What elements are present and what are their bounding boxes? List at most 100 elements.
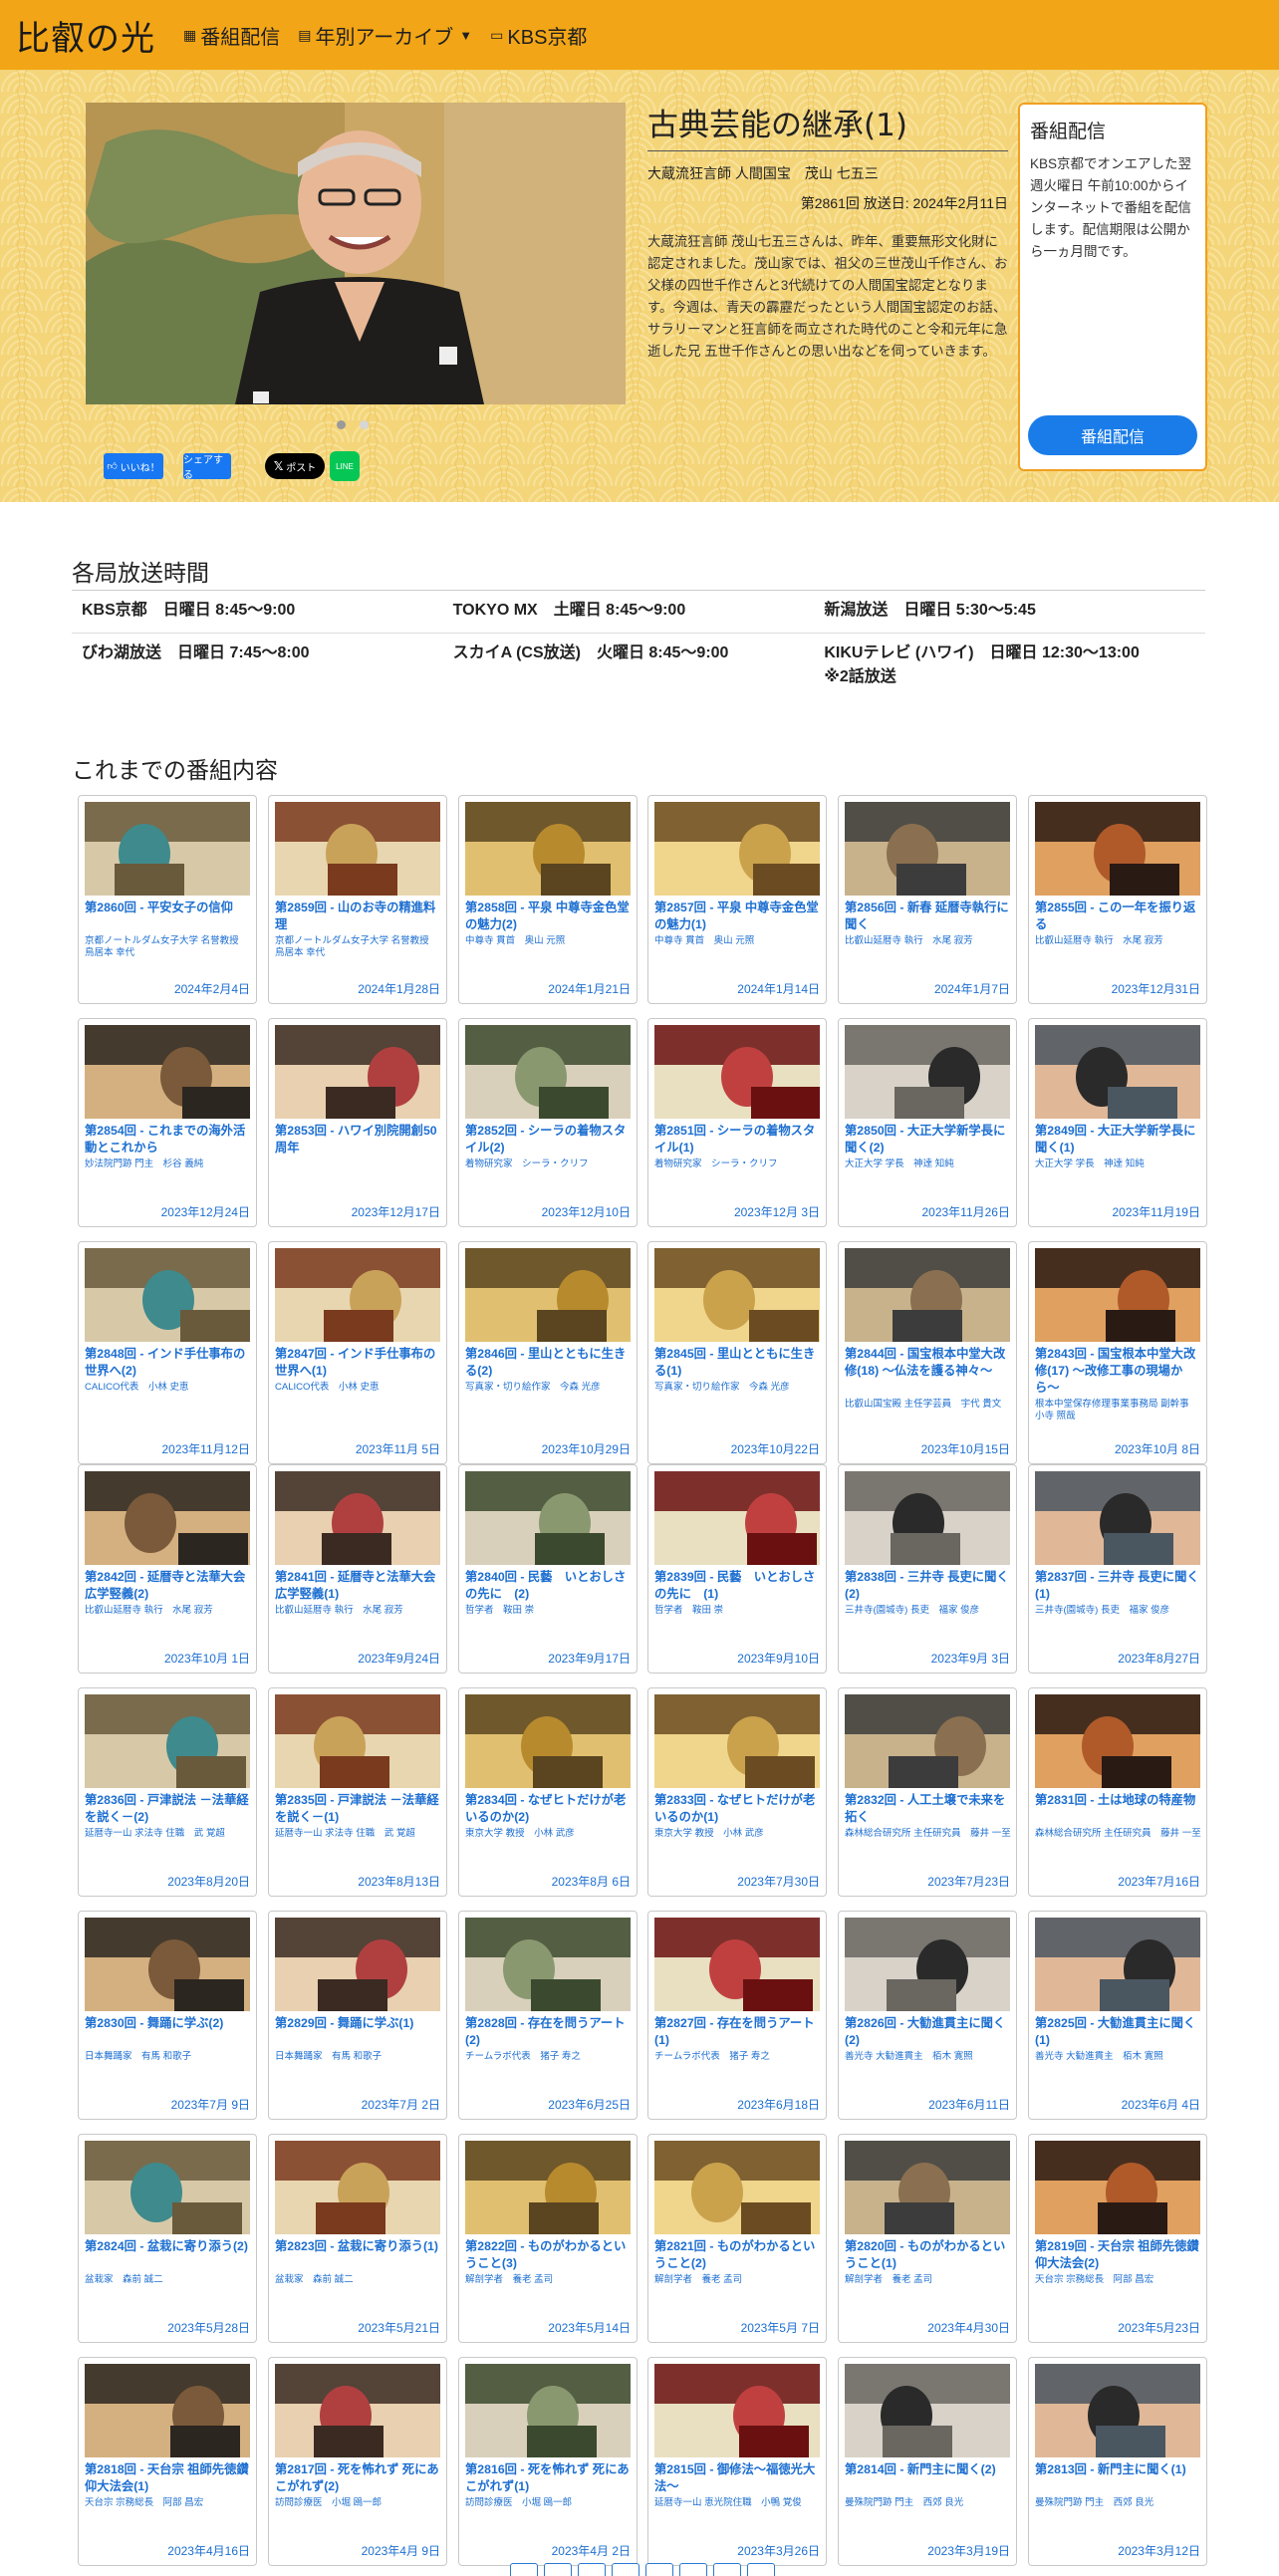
- episode-thumbnail[interactable]: [1035, 1025, 1200, 1119]
- episode-title-link[interactable]: 第2850回 - 大正大学新学長に聞く(2): [845, 1123, 1012, 1157]
- episode-title-link[interactable]: 第2841回 - 延暦寺と法華大会広学竪義(1): [275, 1569, 442, 1603]
- facebook-like-button[interactable]: 👍︎ いいね！: [104, 453, 163, 479]
- episode-card[interactable]: 第2831回 - 土は地球の特産物 森林総合研究所 主任研究員 藤井 一至 2023…: [1028, 1687, 1207, 1897]
- episode-thumbnail[interactable]: [654, 2141, 820, 2234]
- episode-title-link[interactable]: 第2856回 - 新春 延暦寺執行に聞く: [845, 900, 1012, 933]
- slide-dot-1[interactable]: [337, 420, 346, 429]
- episode-card[interactable]: 第2850回 - 大正大学新学長に聞く(2) 大正大学 学長 神達 知純 2023年…: [838, 1018, 1017, 1227]
- episode-title-link[interactable]: 第2842回 - 延暦寺と法華大会広学竪義(2): [85, 1569, 252, 1603]
- episode-title-link[interactable]: 第2840回 - 民藝 いとおしさの先に (2): [465, 1569, 633, 1603]
- episode-title-link[interactable]: 第2819回 - 天台宗 祖師先徳鑽仰大法会(2): [1035, 2238, 1202, 2272]
- episode-title-link[interactable]: 第2847回 - インド手仕事布の世界へ(1): [275, 1346, 442, 1380]
- episode-thumbnail[interactable]: [845, 1248, 1010, 1342]
- episode-card[interactable]: 第2845回 - 里山とともに生きる(1) 写真家・切り絵作家 今森 光彦 2023…: [647, 1241, 827, 1464]
- site-brand[interactable]: 比叡の光: [16, 11, 155, 60]
- episode-title-link[interactable]: 第2822回 - ものがわかるということ(3): [465, 2238, 633, 2272]
- episode-title-link[interactable]: 第2823回 - 盆栽に寄り添う(1): [275, 2238, 442, 2255]
- episode-title-link[interactable]: 第2829回 - 舞踊に学ぶ(1): [275, 2015, 442, 2032]
- episode-thumbnail[interactable]: [465, 1248, 631, 1342]
- episode-card[interactable]: 第2847回 - インド手仕事布の世界へ(1) CALICO代表 小林 史恵 202…: [268, 1241, 447, 1464]
- episode-title-link[interactable]: 第2821回 - ものがわかるということ(2): [654, 2238, 822, 2272]
- episode-title-link[interactable]: 第2849回 - 大正大学新学長に聞く(1): [1035, 1123, 1202, 1157]
- episode-card[interactable]: 第2840回 - 民藝 いとおしさの先に (2) 哲学者 鞍田 崇 2023年9月1…: [458, 1464, 638, 1674]
- episode-card[interactable]: 第2819回 - 天台宗 祖師先徳鑽仰大法会(2) 天台宗 宗務総長 阿部 昌宏 2…: [1028, 2134, 1207, 2343]
- episode-thumbnail[interactable]: [275, 1694, 440, 1788]
- page-button[interactable]: [612, 2563, 640, 2576]
- episode-thumbnail[interactable]: [1035, 1471, 1200, 1565]
- episode-title-link[interactable]: 第2852回 - シーラの着物スタイル(2): [465, 1123, 633, 1157]
- episode-title-link[interactable]: 第2817回 - 死を怖れず 死にあこがれず(2): [275, 2461, 442, 2495]
- episode-card[interactable]: 第2855回 - この一年を振り返る 比叡山延暦寺 執行 水尾 寂芳 2023年12…: [1028, 795, 1207, 1004]
- page-button[interactable]: [679, 2563, 707, 2576]
- episode-thumbnail[interactable]: [845, 1694, 1010, 1788]
- episode-thumbnail[interactable]: [275, 1471, 440, 1565]
- episode-title-link[interactable]: 第2844回 - 国宝根本中堂大改修(18) 〜仏法を護る神々〜: [845, 1346, 1012, 1380]
- episode-card[interactable]: 第2857回 - 平泉 中尊寺金色堂の魅力(1) 中尊寺 貫首 奥山 元照 2024…: [647, 795, 827, 1004]
- page-button[interactable]: [510, 2563, 538, 2576]
- episode-card[interactable]: 第2824回 - 盆栽に寄り添う(2) 盆栽家 森前 誠二 2023年5月28日: [78, 2134, 257, 2343]
- episode-title-link[interactable]: 第2818回 - 天台宗 祖師先徳鑽仰大法会(1): [85, 2461, 252, 2495]
- episode-thumbnail[interactable]: [275, 802, 440, 896]
- episode-thumbnail[interactable]: [85, 1918, 250, 2011]
- episode-thumbnail[interactable]: [845, 2141, 1010, 2234]
- episode-title-link[interactable]: 第2838回 - 三井寺 長吏に聞く(2): [845, 1569, 1012, 1603]
- episode-card[interactable]: 第2832回 - 人工土壌で未来を拓く 森林総合研究所 主任研究員 藤井 一至 20…: [838, 1687, 1017, 1897]
- episode-card[interactable]: 第2830回 - 舞踊に学ぶ(2) 日本舞踊家 有馬 和歌子 2023年7月 9日: [78, 1911, 257, 2120]
- episode-card[interactable]: 第2814回 - 新門主に聞く(2) 曼殊院門跡 門主 西郊 良光 2023年3月1…: [838, 2357, 1017, 2566]
- episode-title-link[interactable]: 第2839回 - 民藝 いとおしさの先に (1): [654, 1569, 822, 1603]
- episode-thumbnail[interactable]: [845, 1918, 1010, 2011]
- episode-thumbnail[interactable]: [1035, 1918, 1200, 2011]
- episode-thumbnail[interactable]: [654, 1918, 820, 2011]
- episode-card[interactable]: 第2838回 - 三井寺 長吏に聞く(2) 三井寺(園城寺) 長吏 福家 俊彦 20…: [838, 1464, 1017, 1674]
- episode-title-link[interactable]: 第2815回 - 御修法〜福徳光大法〜: [654, 2461, 822, 2495]
- episode-title-link[interactable]: 第2857回 - 平泉 中尊寺金色堂の魅力(1): [654, 900, 822, 933]
- page-button[interactable]: [747, 2563, 775, 2576]
- episode-card[interactable]: 第2822回 - ものがわかるということ(3) 解剖学者 養老 孟司 2023年5月…: [458, 2134, 638, 2343]
- episode-card[interactable]: 第2820回 - ものがわかるということ(1) 解剖学者 養老 孟司 2023年4月…: [838, 2134, 1017, 2343]
- episode-thumbnail[interactable]: [1035, 1694, 1200, 1788]
- episode-thumbnail[interactable]: [654, 1025, 820, 1119]
- episode-thumbnail[interactable]: [1035, 2364, 1200, 2457]
- episode-thumbnail[interactable]: [654, 1248, 820, 1342]
- episode-card[interactable]: 第2839回 - 民藝 いとおしさの先に (1) 哲学者 鞍田 崇 2023年9月1…: [647, 1464, 827, 1674]
- episode-title-link[interactable]: 第2820回 - ものがわかるということ(1): [845, 2238, 1012, 2272]
- episode-thumbnail[interactable]: [465, 1918, 631, 2011]
- episode-card[interactable]: 第2829回 - 舞踊に学ぶ(1) 日本舞踊家 有馬 和歌子 2023年7月 2日: [268, 1911, 447, 2120]
- episode-thumbnail[interactable]: [85, 1248, 250, 1342]
- episode-thumbnail[interactable]: [465, 1471, 631, 1565]
- episode-thumbnail[interactable]: [1035, 802, 1200, 896]
- episode-card[interactable]: 第2818回 - 天台宗 祖師先徳鑽仰大法会(1) 天台宗 宗務総長 阿部 昌宏 2…: [78, 2357, 257, 2566]
- episode-title-link[interactable]: 第2860回 - 平安女子の信仰: [85, 900, 252, 916]
- episode-card[interactable]: 第2859回 - 山のお寺の精進料理 京都ノートルダム女子大学 名誉教授 鳥居本 …: [268, 795, 447, 1004]
- episode-thumbnail[interactable]: [845, 1025, 1010, 1119]
- episode-card[interactable]: 第2821回 - ものがわかるということ(2) 解剖学者 養老 孟司 2023年5月…: [647, 2134, 827, 2343]
- nav-item-kbs[interactable]: ▭ KBS京都: [490, 21, 587, 50]
- episode-card[interactable]: 第2825回 - 大勧進貫主に聞く(1) 善光寺 大勧進貫主 栢木 寛照 2023年…: [1028, 1911, 1207, 2120]
- episode-card[interactable]: 第2833回 - なぜヒトだけが老いるのか(1) 東京大学 教授 小林 武彦 202…: [647, 1687, 827, 1897]
- episode-title-link[interactable]: 第2846回 - 里山とともに生きる(2): [465, 1346, 633, 1380]
- episode-thumbnail[interactable]: [275, 1025, 440, 1119]
- episode-card[interactable]: 第2828回 - 存在を問うアート(2) チームラボ代表 猪子 寿之 2023年6月…: [458, 1911, 638, 2120]
- episode-card[interactable]: 第2816回 - 死を怖れず 死にあこがれず(1) 訪問診療医 小堀 鴎一郎 202…: [458, 2357, 638, 2566]
- nav-item-distribution[interactable]: ▦ 番組配信: [183, 21, 280, 50]
- episode-thumbnail[interactable]: [275, 1248, 440, 1342]
- episode-title-link[interactable]: 第2833回 - なぜヒトだけが老いるのか(1): [654, 1792, 822, 1826]
- episode-card[interactable]: 第2844回 - 国宝根本中堂大改修(18) 〜仏法を護る神々〜 比叡山国宝殿 主…: [838, 1241, 1017, 1464]
- page-button[interactable]: [645, 2563, 673, 2576]
- episode-title-link[interactable]: 第2830回 - 舞踊に学ぶ(2): [85, 2015, 252, 2032]
- episode-card[interactable]: 第2846回 - 里山とともに生きる(2) 写真家・切り絵作家 今森 光彦 2023…: [458, 1241, 638, 1464]
- episode-title-link[interactable]: 第2826回 - 大勧進貫主に聞く(2): [845, 2015, 1012, 2049]
- line-share-button[interactable]: LINE: [330, 451, 360, 481]
- episode-card[interactable]: 第2860回 - 平安女子の信仰 京都ノートルダム女子大学 名誉教授 鳥居本 幸代…: [78, 795, 257, 1004]
- episode-title-link[interactable]: 第2848回 - インド手仕事布の世界へ(2): [85, 1346, 252, 1380]
- episode-thumbnail[interactable]: [85, 2141, 250, 2234]
- episode-title-link[interactable]: 第2851回 - シーラの着物スタイル(1): [654, 1123, 822, 1157]
- episode-thumbnail[interactable]: [1035, 2141, 1200, 2234]
- episode-card[interactable]: 第2817回 - 死を怖れず 死にあこがれず(2) 訪問診療医 小堀 鴎一郎 202…: [268, 2357, 447, 2566]
- episode-title-link[interactable]: 第2834回 - なぜヒトだけが老いるのか(2): [465, 1792, 633, 1826]
- x-post-button[interactable]: 𝕏 ポスト: [265, 453, 325, 479]
- episode-card[interactable]: 第2849回 - 大正大学新学長に聞く(1) 大正大学 学長 神達 知純 2023年…: [1028, 1018, 1207, 1227]
- episode-card[interactable]: 第2848回 - インド手仕事布の世界へ(2) CALICO代表 小林 史恵 202…: [78, 1241, 257, 1464]
- episode-thumbnail[interactable]: [465, 1694, 631, 1788]
- episode-thumbnail[interactable]: [654, 1694, 820, 1788]
